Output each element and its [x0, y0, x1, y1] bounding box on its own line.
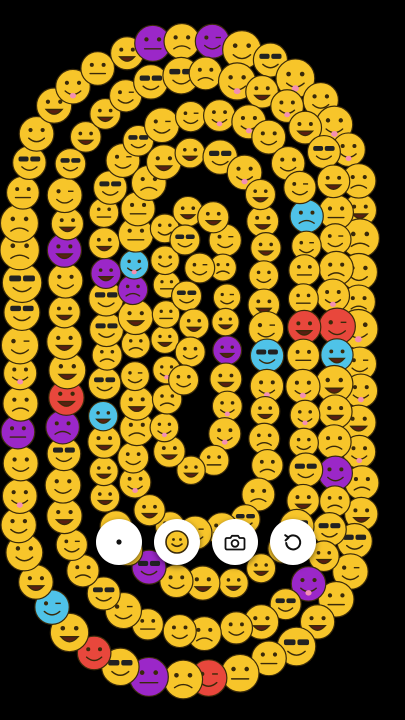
emoji-stamp [90, 257, 122, 290]
emoji-stamp [89, 481, 121, 513]
emoji-stamp [219, 611, 254, 645]
emoji-stamp [315, 278, 351, 313]
emoji-stamp [250, 231, 282, 264]
emoji-stamp [119, 361, 151, 392]
emoji-stamp [143, 107, 180, 144]
emoji-stamp [250, 448, 284, 482]
smiley-icon [165, 530, 189, 554]
emoji-stamp [174, 336, 206, 368]
emoji-stamp [46, 323, 83, 360]
emoji-stamp [249, 395, 281, 427]
emoji-stamp [80, 51, 116, 86]
emoji-stamp [46, 177, 83, 214]
undo-button[interactable] [270, 519, 316, 565]
bottom-toolbar [96, 516, 316, 568]
emoji-stamp [202, 99, 236, 133]
emoji-stamp [149, 412, 180, 443]
emoji-stamp [88, 456, 119, 487]
emoji-stamp [47, 295, 81, 329]
emoji-stamp [212, 335, 243, 366]
emoji-stamp [244, 178, 277, 211]
emoji-stamp [87, 366, 122, 401]
emoji-stamp [316, 424, 352, 460]
emoji-stamp [1, 478, 38, 515]
emoji-stamp [288, 254, 321, 287]
emoji-stamp [162, 613, 197, 649]
emoji-stamp [2, 445, 39, 482]
emoji-stamp [178, 308, 210, 340]
emoji-stamp [47, 262, 84, 299]
emoji-stamp [209, 362, 243, 396]
dot-icon [116, 539, 122, 545]
camera-icon [224, 534, 246, 551]
emoji-stamp [163, 659, 204, 700]
emoji-stamp [197, 200, 230, 234]
emoji-stamp [316, 164, 351, 199]
emoji-stamp [44, 466, 82, 504]
emoji-stamp [212, 283, 242, 312]
emoji-stamp [117, 441, 150, 474]
emoji-stamp [119, 249, 150, 280]
emoji-stamp [220, 653, 260, 693]
emoji-stamp [286, 338, 321, 373]
emoji-stamp [188, 56, 223, 91]
emoji-stamp [312, 512, 347, 547]
drawing-canvas[interactable] [0, 0, 405, 720]
emoji-stamp [288, 452, 324, 488]
emoji-stamp [317, 394, 353, 430]
emoji-stamp [317, 455, 354, 491]
emoji-stamp [248, 260, 280, 292]
emoji-stamp [150, 324, 180, 355]
emoji-stamp [0, 325, 40, 365]
undo-icon [284, 534, 302, 551]
emoji-stamp [319, 485, 351, 518]
emoji-stamp [169, 224, 201, 256]
emoji-stamp [5, 175, 40, 210]
emoji-stamp [289, 399, 321, 431]
emoji-drawing-app [0, 0, 405, 720]
emoji-stamp [306, 134, 341, 170]
emoji-stamp [289, 199, 324, 234]
emoji-stamp [163, 22, 201, 60]
emoji-stamp [174, 137, 206, 169]
emoji-stamp [133, 64, 169, 100]
emoji-stamp [285, 368, 321, 405]
emoji-stamp [174, 100, 207, 133]
emoji-stamp [170, 280, 203, 312]
emoji-stamp [287, 283, 319, 315]
emoji-stamp [168, 364, 200, 396]
screenshot-button[interactable] [212, 519, 258, 565]
emoji-stamp [184, 252, 216, 284]
brush-size-button[interactable] [96, 519, 142, 565]
emoji-stamp [283, 170, 317, 205]
emoji-stamp [318, 223, 352, 256]
emoji-stamp [211, 307, 240, 337]
emoji-stamp [0, 203, 40, 243]
emoji-stamp [218, 567, 249, 599]
emoji-picker-button[interactable] [154, 519, 200, 565]
emoji-stamp [211, 390, 243, 422]
emoji-stamp [87, 400, 119, 432]
emoji-stamp [249, 338, 285, 373]
emoji-stamp [2, 385, 39, 422]
emoji-stamp [119, 385, 155, 421]
emoji-stamp [54, 147, 87, 180]
emoji-stamp [88, 227, 121, 260]
